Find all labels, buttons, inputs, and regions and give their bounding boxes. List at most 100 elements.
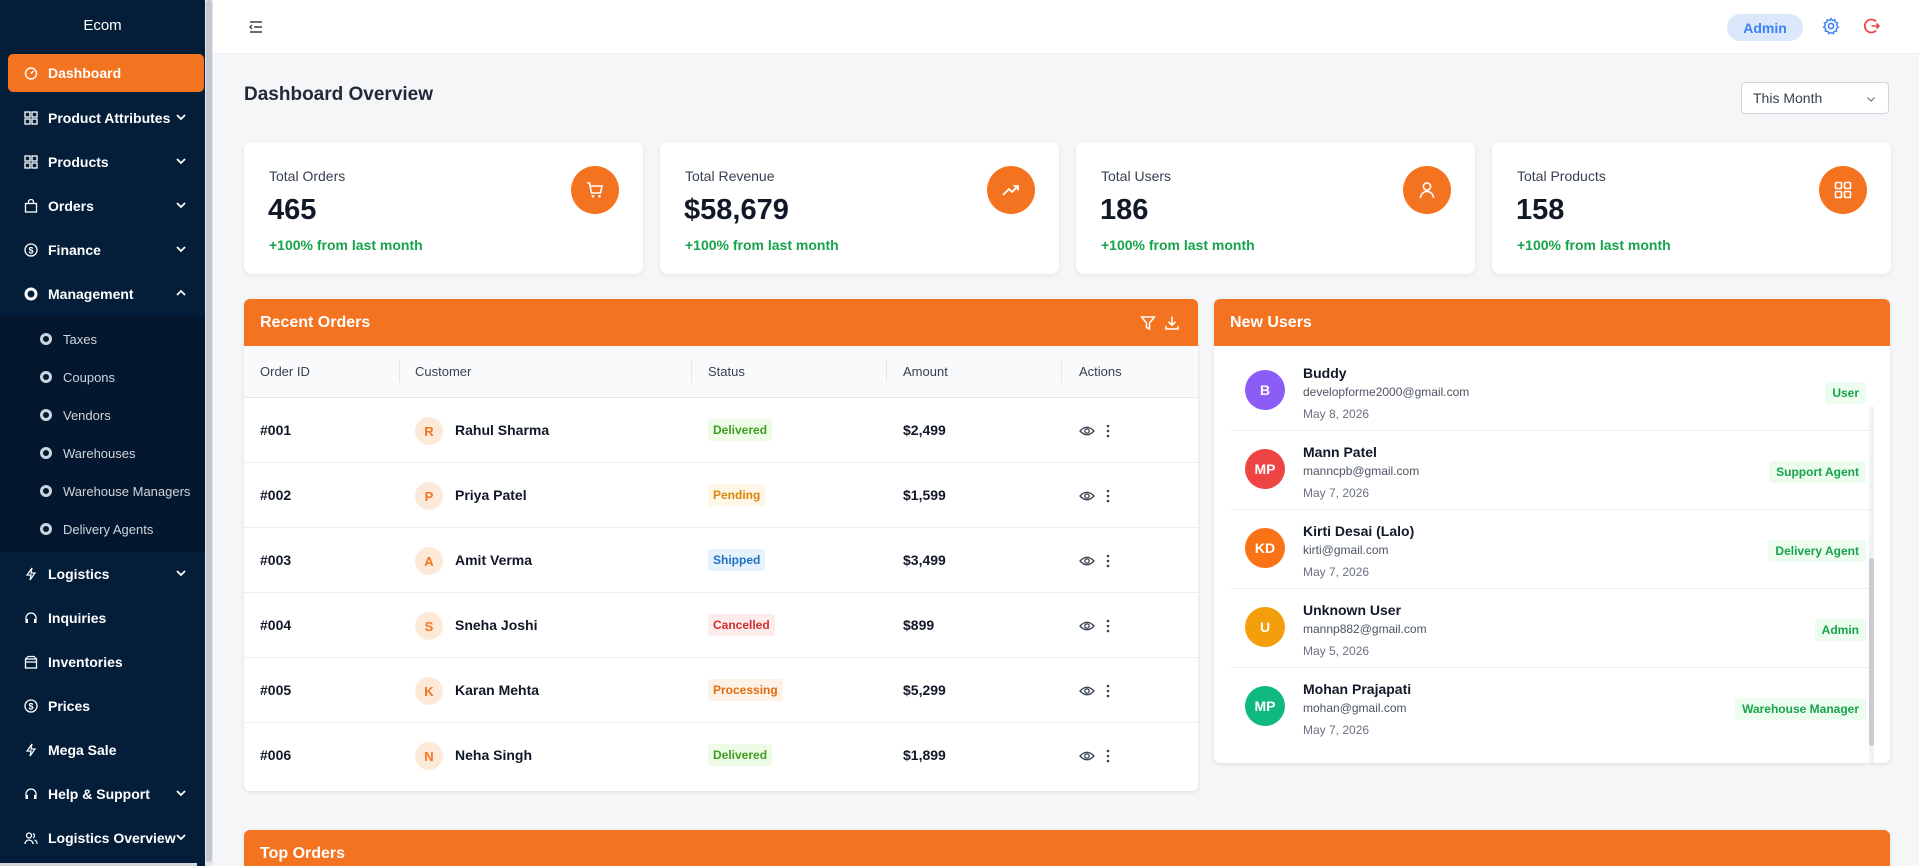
eye-icon[interactable]: [1079, 684, 1095, 698]
stat-card-total-users: Total Users 186 +100% from last month: [1076, 142, 1475, 274]
top-orders-header: Top Orders: [244, 830, 1890, 866]
list-item[interactable]: B Buddy developforme2000@gmail.com May 8…: [1230, 352, 1870, 431]
sidebar-item-management[interactable]: Management: [0, 272, 205, 316]
sidebar-subitem-coupons[interactable]: Coupons: [0, 358, 205, 396]
sidebar-item-finance[interactable]: $ Finance: [0, 228, 205, 272]
list-item[interactable]: MP Mann Patel manncpb@gmail.com May 7, 2…: [1230, 431, 1870, 510]
sidebar-item-prices[interactable]: $ Prices: [0, 684, 205, 728]
period-select[interactable]: This Month: [1741, 82, 1889, 114]
eye-icon[interactable]: [1079, 489, 1095, 503]
table-row[interactable]: #006 N Neha Singh Delivered $1,899: [244, 723, 1198, 788]
sidebar: Ecom Dashboard Product Attributes Produc…: [0, 0, 213, 866]
avatar: P: [415, 482, 443, 510]
column-header: Status: [708, 364, 745, 379]
chevron-up-icon: [176, 289, 186, 296]
avatar: U: [1245, 607, 1285, 647]
user-name: Mohan Prajapati: [1303, 681, 1412, 697]
order-id: #001: [260, 422, 292, 438]
eye-icon[interactable]: [1079, 749, 1095, 763]
status-badge: Processing: [708, 679, 783, 701]
user-date: May 7, 2026: [1303, 723, 1370, 737]
download-icon[interactable]: [1164, 315, 1180, 331]
status-badge: Cancelled: [708, 614, 775, 636]
scrollbar-thumb[interactable]: [1869, 558, 1874, 746]
sidebar-item-inventories[interactable]: Inventories: [0, 640, 205, 684]
users-scrollbar[interactable]: [1869, 406, 1874, 763]
sidebar-item-help-support[interactable]: Help & Support: [0, 772, 205, 816]
list-item[interactable]: U Unknown User mannp882@gmail.com May 5,…: [1230, 589, 1870, 668]
sidebar-item-label: Products: [48, 154, 109, 170]
table-row[interactable]: #001 R Rahul Sharma Delivered $2,499: [244, 398, 1198, 463]
list-item[interactable]: MP Mohan Prajapati mohan@gmail.com May 7…: [1230, 668, 1870, 747]
sidebar-subitem-warehouse-managers[interactable]: Warehouse Managers: [0, 472, 205, 510]
status-badge: Shipped: [708, 549, 766, 571]
sidebar-item-products[interactable]: Products: [0, 140, 205, 184]
more-vertical-icon[interactable]: [1105, 683, 1111, 699]
order-id: #005: [260, 682, 292, 698]
avatar: R: [415, 417, 443, 445]
role-badge[interactable]: Admin: [1727, 14, 1803, 41]
brand-logo[interactable]: Ecom: [0, 0, 213, 50]
more-vertical-icon[interactable]: [1105, 553, 1111, 569]
order-amount: $1,899: [903, 747, 946, 763]
stat-card-total-products: Total Products 158 +100% from last month: [1492, 142, 1891, 274]
circle-dot-icon: [40, 371, 52, 383]
table-row[interactable]: #005 K Karan Mehta Processing $5,299: [244, 658, 1198, 723]
scrollbar-thumb[interactable]: [206, 0, 212, 862]
chevron-down-icon: [176, 202, 186, 209]
eye-icon[interactable]: [1079, 619, 1095, 633]
circle-dot-icon: [24, 287, 38, 301]
order-amount: $1,599: [903, 487, 946, 503]
recent-orders-header: Recent Orders: [244, 299, 1198, 346]
sidebar-scrollbar[interactable]: [205, 0, 213, 866]
stat-value: $58,679: [684, 194, 789, 226]
more-vertical-icon[interactable]: [1105, 748, 1111, 764]
gear-icon[interactable]: [1822, 17, 1840, 35]
sidebar-item-logistics-overview[interactable]: Logistics Overview: [0, 816, 205, 860]
sidebar-subitem-warehouses[interactable]: Warehouses: [0, 434, 205, 472]
sidebar-item-inquiries[interactable]: Inquiries: [0, 596, 205, 640]
list-item[interactable]: KD Kirti Desai (Lalo) kirti@gmail.com Ma…: [1230, 510, 1870, 589]
eye-icon[interactable]: [1079, 424, 1095, 438]
role-badge: Warehouse Manager: [1735, 698, 1866, 720]
sidebar-subitem-vendors[interactable]: Vendors: [0, 396, 205, 434]
sidebar-subitem-label: Warehouse Managers: [63, 483, 191, 499]
sidebar-item-label: Finance: [48, 242, 101, 258]
grid-icon: [1819, 166, 1867, 214]
eye-icon[interactable]: [1079, 554, 1095, 568]
customer-name: Sneha Joshi: [455, 617, 538, 633]
sidebar-item-dashboard[interactable]: Dashboard: [8, 54, 204, 92]
sidebar-item-product-attributes[interactable]: Product Attributes: [0, 96, 205, 140]
stat-label: Total Users: [1101, 168, 1172, 184]
table-row[interactable]: #002 P Priya Patel Pending $1,599: [244, 463, 1198, 528]
user-icon: [1403, 166, 1451, 214]
table-row[interactable]: #004 S Sneha Joshi Cancelled $899: [244, 593, 1198, 658]
customer-name: Amit Verma: [455, 552, 533, 568]
sidebar-item-mega-sale[interactable]: Mega Sale: [0, 728, 205, 772]
more-vertical-icon[interactable]: [1105, 423, 1111, 439]
menu-toggle-icon[interactable]: [247, 18, 265, 36]
avatar: B: [1245, 370, 1285, 410]
chevron-down-icon: [176, 570, 186, 577]
circle-dot-icon: [40, 447, 52, 459]
more-vertical-icon[interactable]: [1105, 488, 1111, 504]
page-title: Dashboard Overview: [244, 84, 434, 105]
management-submenu: Taxes Coupons Vendors Warehouses Warehou…: [0, 316, 205, 552]
headset-icon: [24, 787, 38, 801]
dollar-icon: $: [24, 243, 38, 257]
filter-icon[interactable]: [1140, 315, 1156, 331]
avatar: A: [415, 547, 443, 575]
user-email: mohan@gmail.com: [1303, 701, 1407, 715]
sidebar-item-orders[interactable]: Orders: [0, 184, 205, 228]
order-id: #003: [260, 552, 292, 568]
chevron-down-icon: [176, 246, 186, 253]
logout-icon[interactable]: [1863, 17, 1881, 35]
more-vertical-icon[interactable]: [1105, 618, 1111, 634]
recent-orders-panel: Recent Orders Order ID Customer Status A…: [244, 299, 1198, 791]
stat-card-total-orders: Total Orders 465 +100% from last month: [244, 142, 643, 274]
table-row[interactable]: #003 A Amit Verma Shipped $3,499: [244, 528, 1198, 593]
order-id: #006: [260, 747, 292, 763]
sidebar-item-logistics[interactable]: Logistics: [0, 552, 205, 596]
sidebar-subitem-taxes[interactable]: Taxes: [0, 320, 205, 358]
sidebar-subitem-delivery-agents[interactable]: Delivery Agents: [0, 510, 205, 548]
